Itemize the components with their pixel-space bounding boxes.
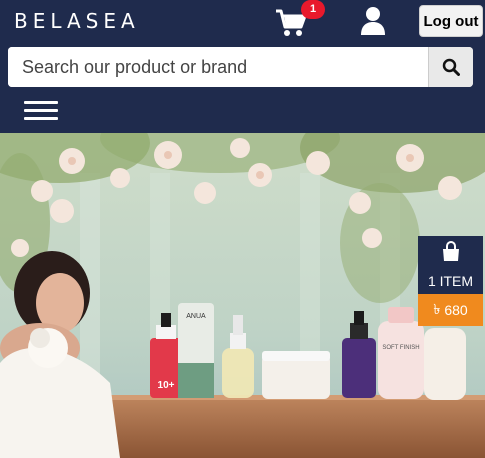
- hero-banner[interactable]: 10+ ANUA SOFT FINISH: [0, 133, 485, 458]
- brand-logo[interactable]: BELASEA: [14, 9, 140, 33]
- search-button[interactable]: [428, 47, 473, 87]
- user-icon: [361, 7, 385, 35]
- product-label: SOFT FINISH: [382, 345, 419, 351]
- floating-mini-cart[interactable]: 1 ITEM ৳ 680: [418, 236, 483, 326]
- menu-line-icon: [24, 109, 58, 112]
- product-label: 10+: [158, 380, 175, 391]
- mini-cart-total-value: 680: [444, 302, 468, 318]
- account-button[interactable]: [360, 6, 386, 36]
- shopping-bag-icon: [442, 241, 459, 261]
- mini-cart-item-count: 1 ITEM: [427, 273, 474, 289]
- currency-symbol: ৳: [433, 301, 441, 317]
- search-icon: [442, 58, 460, 76]
- hamburger-menu-button[interactable]: [24, 100, 58, 122]
- mini-cart-total: ৳ 680: [418, 294, 483, 326]
- cart-count-badge: 1: [301, 0, 325, 19]
- menu-line-icon: [24, 117, 58, 120]
- search-input[interactable]: [8, 47, 428, 87]
- banner-image: 10+ ANUA SOFT FINISH: [0, 133, 485, 458]
- menu-line-icon: [24, 101, 58, 104]
- product-label: ANUA: [186, 313, 206, 320]
- search-bar: [8, 47, 473, 87]
- top-navigation-bar: BELASEA 1 Log out: [0, 0, 485, 133]
- logout-button[interactable]: Log out: [419, 5, 483, 37]
